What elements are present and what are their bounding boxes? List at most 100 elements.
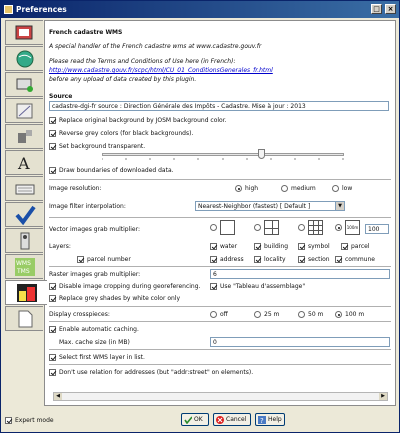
crosspieces-100m-radio[interactable]: [335, 311, 342, 318]
replace-bg-checkbox[interactable]: [49, 117, 56, 124]
scroll-right-icon[interactable]: ▶: [379, 393, 387, 400]
resolution-medium-radio[interactable]: [281, 185, 288, 192]
tab-language[interactable]: A: [5, 150, 43, 175]
reverse-grey-option[interactable]: Reverse grey colors (for black backgroun…: [49, 130, 193, 137]
layer-commune[interactable]: commune: [335, 256, 375, 263]
crosspieces-off[interactable]: off: [210, 311, 228, 318]
resolution-low-radio[interactable]: [332, 185, 339, 192]
terms-link[interactable]: http://www.cadastre.gouv.fr/scpc/html/CU…: [49, 67, 273, 74]
ok-icon: [184, 416, 192, 424]
layer-parcel-number[interactable]: parcel number: [77, 256, 131, 263]
draw-boundaries-option[interactable]: Draw boundaries of downloaded data.: [49, 167, 174, 174]
layer-parcel-checkbox[interactable]: [341, 243, 348, 250]
tab-validator[interactable]: [5, 202, 43, 227]
resolution-low[interactable]: low: [332, 185, 352, 192]
source-field[interactable]: cadastre-dgi-fr source : Direction Génér…: [49, 101, 389, 111]
cancel-button[interactable]: Cancel: [213, 413, 251, 426]
crosspieces-50m-radio[interactable]: [298, 311, 305, 318]
title-bar[interactable]: Preferences □ ×: [1, 1, 399, 18]
vector-grid-2[interactable]: [254, 220, 279, 235]
expert-mode-checkbox[interactable]: [5, 417, 12, 424]
first-wms-option[interactable]: Select first WMS layer in list.: [49, 354, 145, 361]
vector-grid-2-radio[interactable]: [254, 224, 261, 231]
draw-boundaries-checkbox[interactable]: [49, 167, 56, 174]
replace-grey-checkbox[interactable]: [49, 295, 56, 302]
transparent-checkbox[interactable]: [49, 143, 56, 150]
tab-misc[interactable]: [5, 306, 43, 331]
tab-display[interactable]: [5, 20, 43, 45]
tab-connection[interactable]: [5, 72, 43, 97]
use-tableau-option[interactable]: Use "Tableau d'assemblage": [210, 283, 305, 290]
ok-button[interactable]: OK: [181, 413, 209, 426]
raster-multiplier-field[interactable]: 6: [210, 269, 390, 279]
enable-caching-checkbox[interactable]: [49, 326, 56, 333]
crosspieces-100m[interactable]: 100 m: [335, 311, 364, 318]
tab-shortcuts[interactable]: [5, 176, 43, 201]
help-button[interactable]: ? Help: [255, 413, 285, 426]
enable-caching-option[interactable]: Enable automatic caching.: [49, 326, 139, 333]
horizontal-scrollbar[interactable]: ◀ ▶: [53, 392, 388, 401]
svg-text:TMS: TMS: [16, 268, 30, 275]
reverse-grey-checkbox[interactable]: [49, 130, 56, 137]
replace-grey-option[interactable]: Replace grey shades by white color only: [49, 295, 180, 302]
disable-crop-checkbox[interactable]: [49, 283, 56, 290]
layer-water-checkbox[interactable]: [210, 243, 217, 250]
chevron-down-icon[interactable]: ▼: [335, 202, 344, 210]
tab-wms-tms[interactable]: WMS TMS: [5, 254, 43, 279]
layer-symbol-checkbox[interactable]: [298, 243, 305, 250]
dont-use-relation-checkbox[interactable]: [49, 369, 56, 376]
resolution-high-radio[interactable]: [235, 185, 242, 192]
layer-building-checkbox[interactable]: [254, 243, 261, 250]
help-icon: ?: [258, 416, 266, 424]
tab-map[interactable]: [5, 46, 43, 71]
dont-use-relation-label: Don't use relation for addresses (but "a…: [59, 369, 254, 376]
resolution-high[interactable]: high: [235, 185, 258, 192]
dont-use-relation-option[interactable]: Don't use relation for addresses (but "a…: [49, 369, 253, 376]
layer-building[interactable]: building: [254, 243, 288, 250]
tab-plugins[interactable]: [5, 124, 43, 149]
layer-section-checkbox[interactable]: [298, 256, 305, 263]
layer-parcel-number-checkbox[interactable]: [77, 256, 84, 263]
layer-water[interactable]: water: [210, 243, 237, 250]
use-tableau-checkbox[interactable]: [210, 283, 217, 290]
close-icon[interactable]: ×: [385, 4, 396, 14]
disable-crop-option[interactable]: Disable image cropping during georeferen…: [49, 283, 200, 290]
layer-parcel[interactable]: parcel: [341, 243, 369, 250]
tab-remote[interactable]: [5, 228, 43, 253]
interpolation-select[interactable]: Nearest-Neighbor (fastest) [ Default ] ▼: [195, 201, 345, 211]
crosspieces-25m[interactable]: 25 m: [254, 311, 279, 318]
vector-grid-1-radio[interactable]: [210, 224, 217, 231]
vector-grid-1[interactable]: [210, 220, 235, 235]
resolution-label: Image resolution:: [49, 185, 102, 192]
vector-grid-3[interactable]: [298, 220, 323, 235]
tab-projection[interactable]: [5, 98, 43, 123]
crosspieces-off-radio[interactable]: [210, 311, 217, 318]
vector-custom[interactable]: 100m: [335, 220, 360, 235]
replace-bg-option[interactable]: Replace original background by JOSM back…: [49, 117, 227, 124]
help-button-label: Help: [268, 416, 282, 423]
layer-locality[interactable]: locality: [254, 256, 286, 263]
expert-mode-option[interactable]: Expert mode: [5, 417, 54, 424]
globe-icon: [16, 50, 33, 67]
transparency-slider[interactable]: [102, 153, 344, 156]
vector-custom-value[interactable]: 100: [365, 224, 389, 234]
svg-text:A: A: [17, 154, 30, 173]
vector-grid-3-radio[interactable]: [298, 224, 305, 231]
transparent-option[interactable]: Set background transparent.: [49, 143, 145, 150]
first-wms-checkbox[interactable]: [49, 354, 56, 361]
scroll-left-icon[interactable]: ◀: [54, 393, 62, 400]
layer-locality-checkbox[interactable]: [254, 256, 261, 263]
max-cache-field[interactable]: 0: [210, 337, 390, 347]
crosspieces-50m[interactable]: 50 m: [298, 311, 323, 318]
layer-symbol[interactable]: symbol: [298, 243, 330, 250]
resolution-medium[interactable]: medium: [281, 185, 316, 192]
crosspieces-25m-radio[interactable]: [254, 311, 261, 318]
vector-custom-radio[interactable]: [335, 224, 342, 231]
tab-cadastre[interactable]: [5, 280, 47, 305]
layer-address[interactable]: address: [210, 256, 244, 263]
layer-address-checkbox[interactable]: [210, 256, 217, 263]
maximize-icon[interactable]: □: [371, 4, 382, 14]
layer-commune-checkbox[interactable]: [335, 256, 342, 263]
layer-section[interactable]: section: [298, 256, 330, 263]
resolution-high-label: high: [245, 185, 259, 192]
